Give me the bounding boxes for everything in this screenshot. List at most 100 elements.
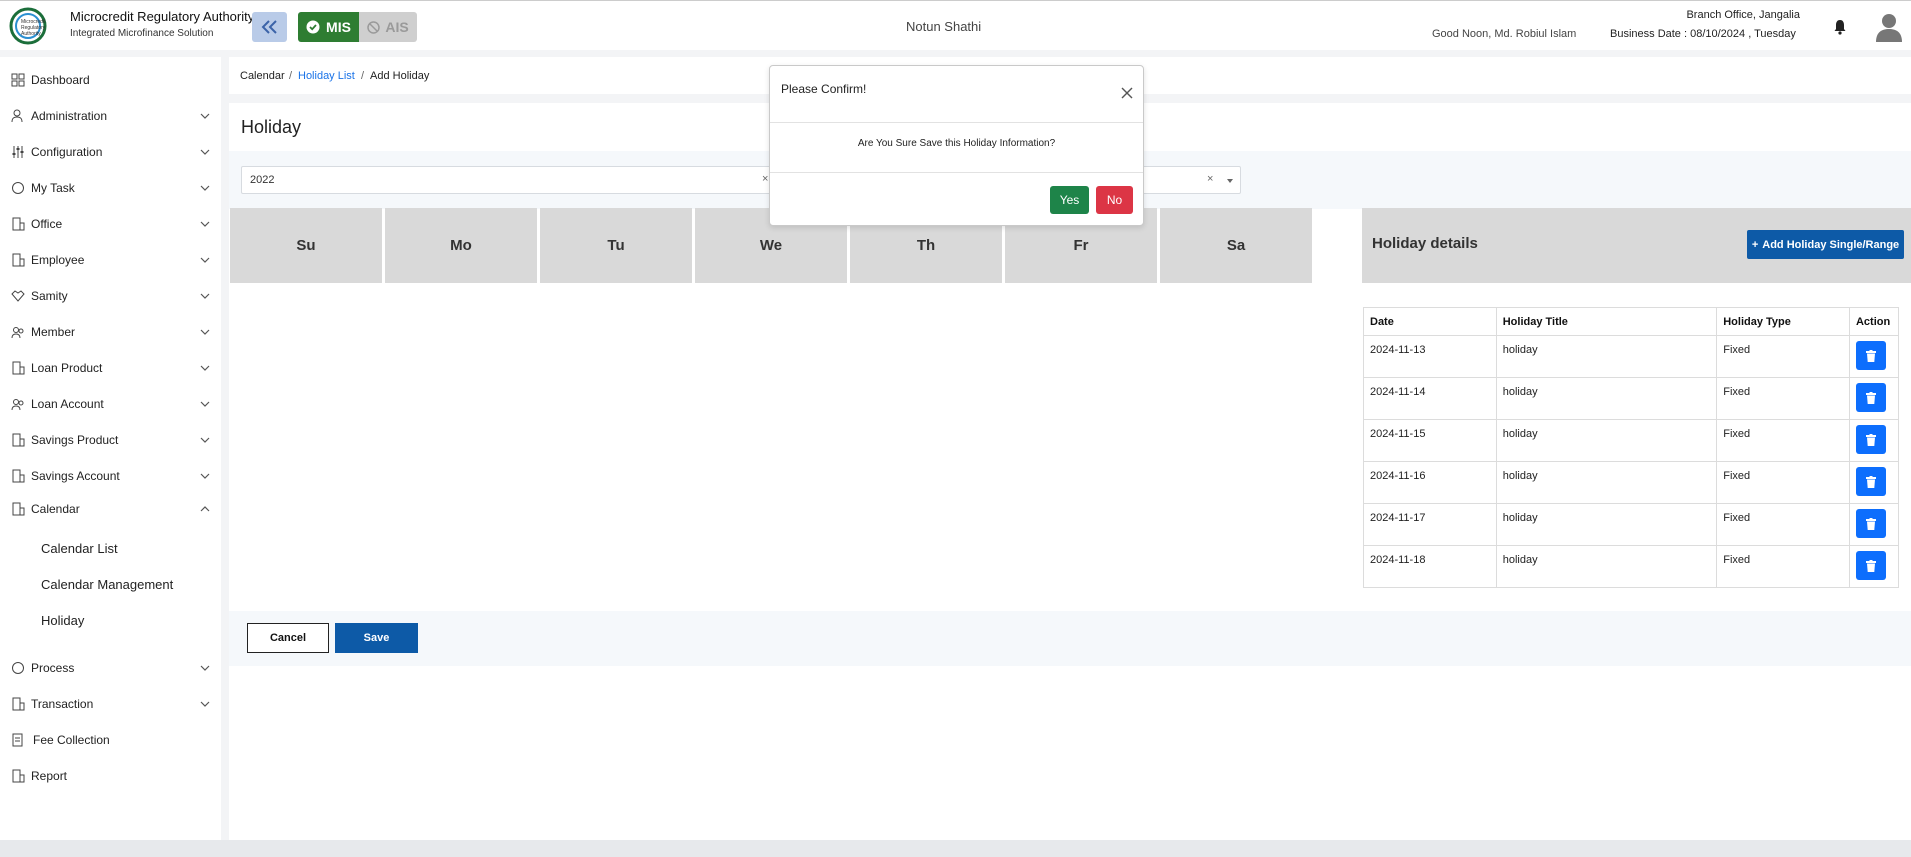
branch-name: Branch Office, Jangalia xyxy=(1686,9,1800,21)
sidebar-item-my-task[interactable]: My Task xyxy=(0,173,221,203)
bell-icon[interactable] xyxy=(1833,19,1847,35)
ban-icon xyxy=(367,20,381,34)
clear-icon[interactable]: × xyxy=(1207,173,1213,185)
employee-icon xyxy=(12,253,25,267)
add-holiday-label: Add Holiday Single/Range xyxy=(1762,238,1900,251)
delete-button[interactable] xyxy=(1855,509,1886,538)
dialog-message: Are You Sure Save this Holiday Informati… xyxy=(770,123,1143,173)
sidebar-item-administration[interactable]: Administration xyxy=(0,101,221,131)
brand-subtitle: Integrated Microfinance Solution xyxy=(70,28,214,39)
sidebar-item-label: Report xyxy=(31,769,68,783)
holiday-table: Date Holiday Title Holiday Type Action 2… xyxy=(1363,307,1900,588)
sidebar-item-label: Loan Account xyxy=(31,397,104,411)
ais-toggle-button[interactable]: AIS xyxy=(359,12,417,42)
holiday-details-title: Holiday details xyxy=(1372,235,1478,252)
breadcrumb-holiday-list-link[interactable]: Holiday List xyxy=(298,70,355,82)
office-icon xyxy=(12,217,25,231)
delete-button[interactable] xyxy=(1855,425,1886,454)
chevron-down-icon xyxy=(200,437,210,443)
clear-icon[interactable]: × xyxy=(762,173,768,185)
title-cell: holiday xyxy=(1495,419,1718,462)
date-cell: 2024-11-13 xyxy=(1363,335,1497,378)
confirm-yes-button[interactable]: Yes xyxy=(1050,186,1089,214)
secondary-select[interactable]: × xyxy=(1129,166,1241,194)
double-chevron-left-icon xyxy=(261,20,277,34)
action-cell xyxy=(1848,503,1900,546)
save-button[interactable]: Save xyxy=(335,623,418,653)
type-cell: Fixed xyxy=(1716,335,1850,378)
sidebar-item-label: Savings Product xyxy=(31,433,119,447)
sidebar-item-label: Dashboard xyxy=(31,73,90,87)
chevron-down-icon xyxy=(200,149,210,155)
sidebar-item-label: Loan Product xyxy=(31,361,103,375)
sidebar-item-report[interactable]: Report xyxy=(0,761,221,791)
sidebar-item-transaction[interactable]: Transaction xyxy=(0,689,221,719)
trash-icon xyxy=(1865,559,1876,572)
top-header: Microcredit Regulatory Authority Microcr… xyxy=(0,0,1911,50)
trash-icon xyxy=(1865,349,1876,362)
type-cell: Fixed xyxy=(1716,503,1850,546)
dialog-header: Please Confirm! xyxy=(770,66,1143,123)
sidebar-item-fee-collection[interactable]: Fee Collection xyxy=(0,725,221,755)
sidebar-item-calendar[interactable]: Calendar xyxy=(0,494,221,524)
sidebar-item-label: Savings Account xyxy=(31,469,120,483)
breadcrumb-current: Add Holiday xyxy=(370,70,430,82)
sidebar-item-process[interactable]: Process xyxy=(0,653,221,683)
table-row: 2024-11-18 holiday Fixed xyxy=(1363,545,1900,588)
type-cell: Fixed xyxy=(1716,419,1850,462)
mis-toggle-button[interactable]: MIS xyxy=(298,12,359,42)
sidebar-item-employee[interactable]: Employee xyxy=(0,245,221,275)
collapse-sidebar-button[interactable] xyxy=(252,12,287,42)
sidebar-item-label: Configuration xyxy=(31,145,103,159)
type-cell: Fixed xyxy=(1716,545,1850,588)
column-header: Holiday Type xyxy=(1716,307,1850,336)
chevron-down-icon xyxy=(200,365,210,371)
title-cell: holiday xyxy=(1495,461,1718,504)
task-icon xyxy=(12,182,24,194)
sidebar-subitem-holiday[interactable]: Holiday xyxy=(41,613,84,628)
delete-button[interactable] xyxy=(1855,467,1886,496)
calendar-icon xyxy=(12,502,25,516)
table-row: 2024-11-15 holiday Fixed xyxy=(1363,419,1900,462)
column-header: Action xyxy=(1848,307,1900,336)
sidebar-item-dashboard[interactable]: Dashboard xyxy=(0,65,221,95)
brand-title: Microcredit Regulatory Authority xyxy=(70,9,255,24)
cancel-button[interactable]: Cancel xyxy=(247,623,329,653)
sidebar-item-label: Process xyxy=(31,661,75,675)
trash-icon xyxy=(1865,475,1876,488)
delete-button[interactable] xyxy=(1855,341,1886,370)
year-select[interactable]: 2022 × xyxy=(241,166,778,194)
sidebar-item-member[interactable]: Member xyxy=(0,317,221,347)
loan-account-icon xyxy=(11,399,24,411)
weekday-header: Mo xyxy=(385,208,537,283)
sidebar-item-savings-account[interactable]: Savings Account xyxy=(0,461,221,491)
sidebar-item-configuration[interactable]: Configuration xyxy=(0,137,221,167)
confirm-no-button[interactable]: No xyxy=(1096,186,1133,214)
delete-button[interactable] xyxy=(1855,383,1886,412)
sidebar-subitem-calendar-management[interactable]: Calendar Management xyxy=(41,577,173,592)
delete-button[interactable] xyxy=(1855,551,1886,580)
sidebar-item-loan-account[interactable]: Loan Account xyxy=(0,389,221,419)
sidebar-item-savings-product[interactable]: Savings Product xyxy=(0,425,221,455)
add-holiday-button[interactable]: + Add Holiday Single/Range xyxy=(1747,230,1904,259)
date-cell: 2024-11-18 xyxy=(1363,545,1497,588)
trash-icon xyxy=(1865,433,1876,446)
sidebar-subitem-calendar-list[interactable]: Calendar List xyxy=(41,541,118,556)
savings-account-icon xyxy=(12,469,25,483)
sidebar: Dashboard Administration Configuration M… xyxy=(0,57,221,840)
sidebar-item-samity[interactable]: Samity xyxy=(0,281,221,311)
column-header: Date xyxy=(1363,307,1497,336)
close-icon[interactable] xyxy=(1121,87,1133,99)
form-action-bar: Cancel Save xyxy=(229,611,1911,666)
date-cell: 2024-11-17 xyxy=(1363,503,1497,546)
action-cell xyxy=(1848,377,1900,420)
fee-icon xyxy=(12,733,23,747)
user-avatar-icon[interactable] xyxy=(1875,12,1903,42)
date-cell: 2024-11-15 xyxy=(1363,419,1497,462)
table-row: 2024-11-17 holiday Fixed xyxy=(1363,503,1900,546)
sidebar-item-label: Office xyxy=(31,217,63,231)
breadcrumb-root[interactable]: Calendar xyxy=(240,70,285,82)
sidebar-item-loan-product[interactable]: Loan Product xyxy=(0,353,221,383)
sidebar-item-office[interactable]: Office xyxy=(0,209,221,239)
footer-strip xyxy=(0,840,1911,857)
